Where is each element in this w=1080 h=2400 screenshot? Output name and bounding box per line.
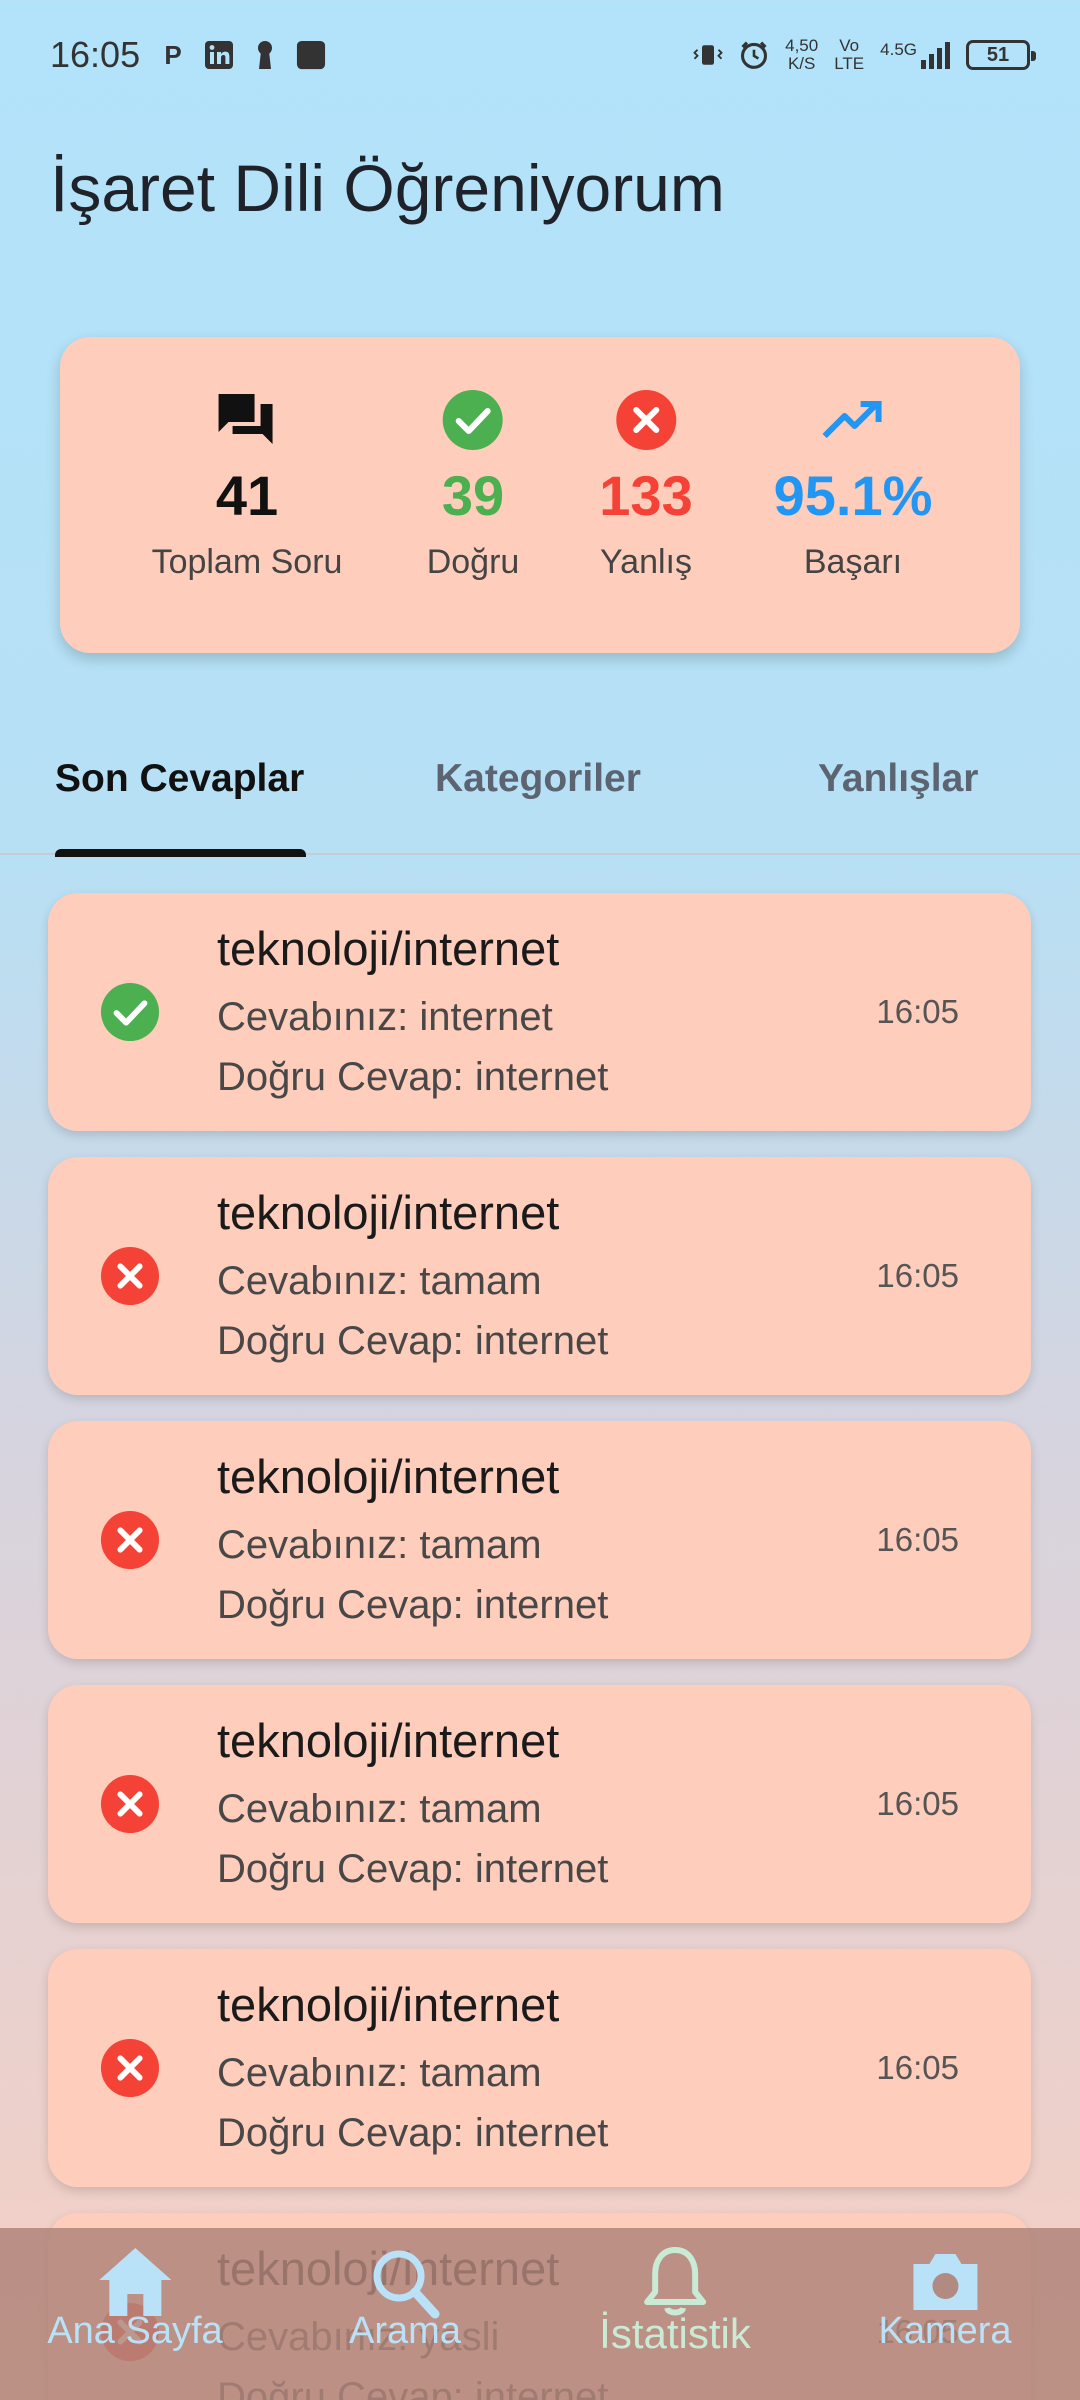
forum-icon [215, 385, 279, 455]
cancel-icon [100, 1510, 160, 1570]
bottom-nav: Ana Sayfa Arama İstatistik Kamera [0, 2228, 1080, 2400]
answer-category: teknoloji/internet [217, 1186, 560, 1239]
stat-correct: 39 Doğru [426, 385, 520, 582]
tab-kategoriler[interactable]: Kategoriler [435, 757, 641, 801]
tab-son-cevaplar[interactable]: Son Cevaplar [55, 757, 304, 801]
answer-card[interactable]: teknoloji/internet Cevabınız: tamam Doğru … [48, 1685, 1031, 1923]
battery-icon: 51 [966, 40, 1036, 70]
answer-card[interactable]: teknoloji/internet Cevabınız: internet Doğ… [48, 893, 1031, 1131]
answer-time: 16:05 [876, 1257, 959, 1294]
answer-category: teknoloji/internet [217, 1978, 560, 2031]
check-circle-icon [100, 982, 160, 1042]
cancel-icon [100, 1246, 160, 1306]
nav-statistics[interactable]: İstatistik [599, 2244, 751, 2358]
nav-camera[interactable]: Kamera [878, 2244, 1012, 2353]
stat-total: 41 Toplam Soru [151, 385, 343, 582]
answer-correct: Doğru Cevap: internet [217, 1583, 609, 1627]
status-time: 16:05 [50, 34, 141, 75]
status-right: 4,50 K/S Vo LTE 4.5G 51 [693, 37, 1036, 73]
volte-indicator: Vo LTE [834, 37, 864, 73]
stat-success-label: Başarı [803, 543, 903, 581]
battery-level: 51 [986, 43, 1010, 66]
network-label: 4.5G [880, 40, 917, 59]
net-speed: 4,50 K/S [785, 37, 818, 73]
tab-indicator [55, 849, 306, 857]
check-circle-icon [442, 385, 504, 455]
stats-card: 41 Toplam Soru 39 Doğru 133 Yanlış 95.1%… [60, 337, 1020, 653]
answer-yours: Cevabınız: tamam [217, 1523, 542, 1567]
cancel-icon [615, 385, 677, 455]
camera-icon [913, 2254, 977, 2310]
tab-bar: Son Cevaplar Kategoriler Yanlışlar [0, 735, 1080, 857]
tab-yanlislar[interactable]: Yanlışlar [818, 757, 978, 801]
app-square-icon [296, 40, 326, 70]
net-speed-unit: K/S [787, 54, 816, 73]
answer-yours: Cevabınız: tamam [217, 1787, 542, 1831]
status-bar: 16:05 P 4,50 K/S Vo LTE 4.5G 51 [0, 0, 1080, 110]
search-icon [373, 2250, 440, 2319]
volte-bottom: LTE [834, 54, 865, 73]
home-icon [99, 2248, 171, 2316]
notification-icons: P [158, 40, 326, 70]
answer-card[interactable]: teknoloji/internet Cevabınız: tamam Doğru … [48, 1949, 1031, 2187]
stat-success: 95.1% Başarı [773, 385, 933, 582]
alarm-icon [739, 40, 769, 70]
nav-search-label: Arama [349, 2310, 461, 2352]
stat-wrong-value: 133 [599, 464, 693, 527]
answer-correct: Doğru Cevap: internet [217, 1319, 609, 1363]
answer-correct: Doğru Cevap: internet [217, 1847, 609, 1891]
answer-correct: Doğru Cevap: internet [217, 2111, 609, 2155]
nav-home-label: Ana Sayfa [47, 2310, 223, 2352]
page-title: İşaret Dili Öğreniyorum [50, 151, 725, 225]
net-speed-value: 4,50 [785, 36, 819, 55]
stat-total-label: Toplam Soru [151, 543, 343, 581]
network-type: 4.5G [880, 41, 950, 69]
stat-wrong: 133 Yanlış [599, 385, 693, 582]
answer-correct: Doğru Cevap: internet [217, 1055, 609, 1099]
cancel-icon [100, 2038, 160, 2098]
vibrate-icon [693, 40, 723, 70]
parking-icon: P [164, 39, 182, 70]
cancel-icon [100, 1774, 160, 1834]
answer-time: 16:05 [876, 2049, 959, 2086]
nav-home[interactable]: Ana Sayfa [47, 2244, 223, 2353]
answer-time: 16:05 [876, 1521, 959, 1558]
volte-top: Vo [839, 36, 860, 55]
answer-card[interactable]: teknoloji/internet Cevabınız: tamam Doğru … [48, 1421, 1031, 1659]
answer-time: 16:05 [876, 993, 959, 1030]
trending-up-icon [821, 385, 885, 455]
answer-yours: Cevabınız: tamam [217, 2051, 542, 2095]
keyhole-icon [250, 40, 280, 70]
stat-correct-value: 39 [441, 464, 505, 527]
answer-yours: Cevabınız: internet [217, 995, 553, 1039]
nav-camera-label: Kamera [878, 2310, 1012, 2352]
linkedin-icon [204, 40, 234, 70]
answer-category: teknoloji/internet [217, 1714, 560, 1767]
nav-statistics-label: İstatistik [599, 2310, 751, 2357]
bell-icon [643, 2247, 706, 2316]
nav-search[interactable]: Arama [349, 2244, 461, 2353]
answer-category: teknoloji/internet [217, 922, 560, 975]
signal-icon [921, 42, 950, 69]
stat-total-value: 41 [215, 464, 279, 527]
stat-correct-label: Doğru [426, 543, 520, 581]
answer-yours: Cevabınız: tamam [217, 1259, 542, 1303]
answer-category: teknoloji/internet [217, 1450, 560, 1503]
stat-success-value: 95.1% [773, 464, 933, 527]
answer-card[interactable]: teknoloji/internet Cevabınız: tamam Doğru … [48, 1157, 1031, 1395]
answer-time: 16:05 [876, 1785, 959, 1822]
stat-wrong-label: Yanlış [600, 543, 692, 581]
